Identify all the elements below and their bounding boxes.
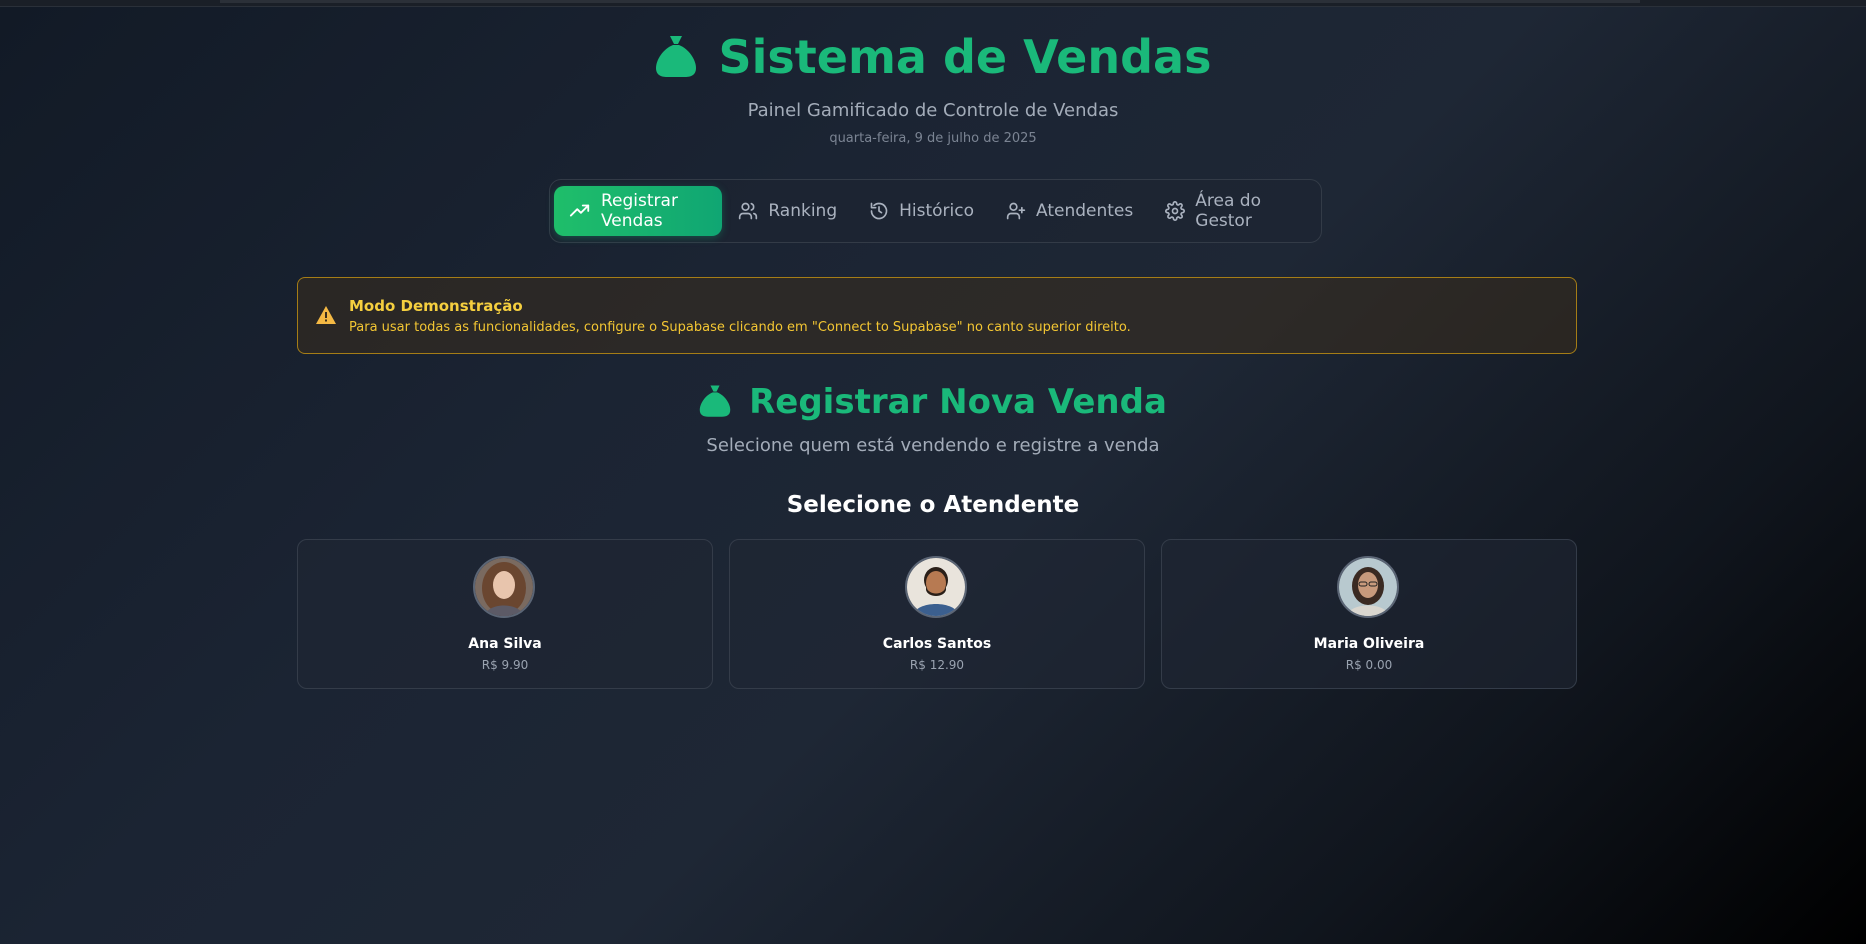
tab-registrar-vendas[interactable]: Registrar Vendas: [554, 186, 723, 236]
register-title: Registrar Nova Venda: [749, 382, 1167, 422]
alert-title: Modo Demonstração: [349, 297, 523, 315]
tab-label: Registrar Vendas: [601, 191, 678, 231]
page-subtitle: Painel Gamificado de Controle de Vendas: [747, 100, 1119, 121]
attendant-amount: R$ 0.00: [1345, 658, 1393, 672]
browser-top-edge-bar: [220, 0, 1640, 3]
tab-ranking[interactable]: Ranking: [722, 186, 853, 236]
warning-icon: [316, 306, 336, 328]
money-bag-icon: [699, 382, 731, 422]
register-subtitle: Selecione quem está vendendo e registre …: [706, 435, 1160, 456]
history-icon: [869, 201, 889, 221]
attendant-amount: R$ 9.90: [481, 658, 529, 672]
tab-area-do-gestor[interactable]: Área do Gestor: [1149, 186, 1321, 236]
user-plus-icon: [1006, 201, 1026, 221]
register-title-row: Registrar Nova Venda: [0, 380, 1866, 424]
tab-label: Atendentes: [1036, 201, 1134, 221]
app-header: Sistema de Vendas Painel Gamificado de C…: [0, 28, 1866, 146]
page-title: Sistema de Vendas: [718, 30, 1212, 84]
demo-mode-alert: Modo Demonstração Para usar todas as fun…: [297, 277, 1577, 354]
tab-atendentes[interactable]: Atendentes: [990, 186, 1149, 236]
trending-up-icon: [569, 200, 591, 222]
main-nav: Registrar Vendas Ranking Histórico Atend…: [549, 179, 1322, 243]
avatar: [473, 556, 535, 618]
select-attendant-title: Selecione o Atendente: [786, 492, 1080, 518]
tab-historico[interactable]: Histórico: [853, 186, 990, 236]
avatar: [1337, 556, 1399, 618]
attendant-card-maria-oliveira[interactable]: Maria Oliveira R$ 0.00: [1161, 539, 1577, 689]
attendant-name: Carlos Santos: [882, 636, 992, 652]
attendant-card-carlos-santos[interactable]: Carlos Santos R$ 12.90: [729, 539, 1145, 689]
attendant-card-ana-silva[interactable]: Ana Silva R$ 9.90: [297, 539, 713, 689]
tab-label: Ranking: [768, 201, 838, 221]
alert-text: Para usar todas as funcionalidades, conf…: [349, 320, 1131, 335]
attendant-amount: R$ 12.90: [909, 658, 965, 672]
browser-top-edge: [0, 0, 1866, 7]
users-icon: [738, 201, 758, 221]
current-date: quarta-feira, 9 de julho de 2025: [829, 131, 1037, 146]
gear-icon: [1165, 201, 1186, 221]
tab-label: Área do Gestor: [1195, 191, 1261, 231]
attendant-name: Ana Silva: [468, 636, 542, 652]
tab-label: Histórico: [899, 201, 975, 221]
attendant-name: Maria Oliveira: [1313, 636, 1425, 652]
avatar: [905, 556, 967, 618]
title-row: Sistema de Vendas: [0, 28, 1866, 86]
money-bag-icon: [655, 32, 697, 82]
